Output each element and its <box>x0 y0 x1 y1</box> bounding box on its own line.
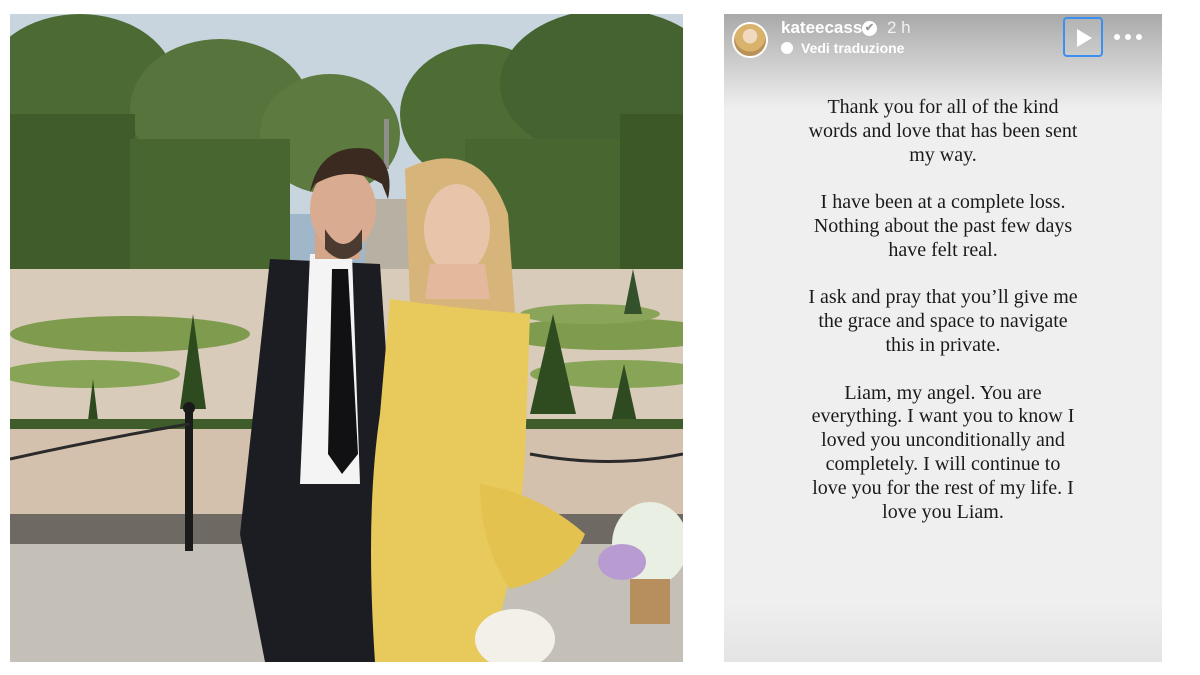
story-paragraph: Liam, my angel. You are everything. I wa… <box>811 381 1075 523</box>
more-options-icon <box>1136 34 1142 40</box>
story-username[interactable]: kateecass <box>781 18 862 38</box>
story-paragraph: I have been at a complete loss. Nothing … <box>813 191 1073 261</box>
more-options-icon <box>1114 34 1120 40</box>
play-button[interactable] <box>1063 17 1103 57</box>
story-photo <box>10 14 683 662</box>
translate-icon <box>781 42 793 54</box>
more-options-button[interactable] <box>1112 22 1146 50</box>
verified-icon: ✔ <box>862 21 877 36</box>
photo-illustration <box>10 14 683 662</box>
story-paragraph: Thank you for all of the kind words and … <box>808 96 1078 166</box>
translate-link[interactable]: Vedi traduzione <box>801 40 904 56</box>
story-panel: kateecass ✔ 2 h Vedi traduzione Thank yo… <box>724 14 1162 662</box>
story-footer-gradient <box>724 602 1162 662</box>
more-options-icon <box>1125 34 1131 40</box>
play-icon <box>1077 29 1092 47</box>
story-timestamp: 2 h <box>887 18 911 37</box>
profile-avatar[interactable] <box>732 22 768 58</box>
story-caption: Thank you for all of the kind words and … <box>808 96 1078 548</box>
story-paragraph: I ask and pray that you’ll give me the g… <box>808 286 1078 356</box>
